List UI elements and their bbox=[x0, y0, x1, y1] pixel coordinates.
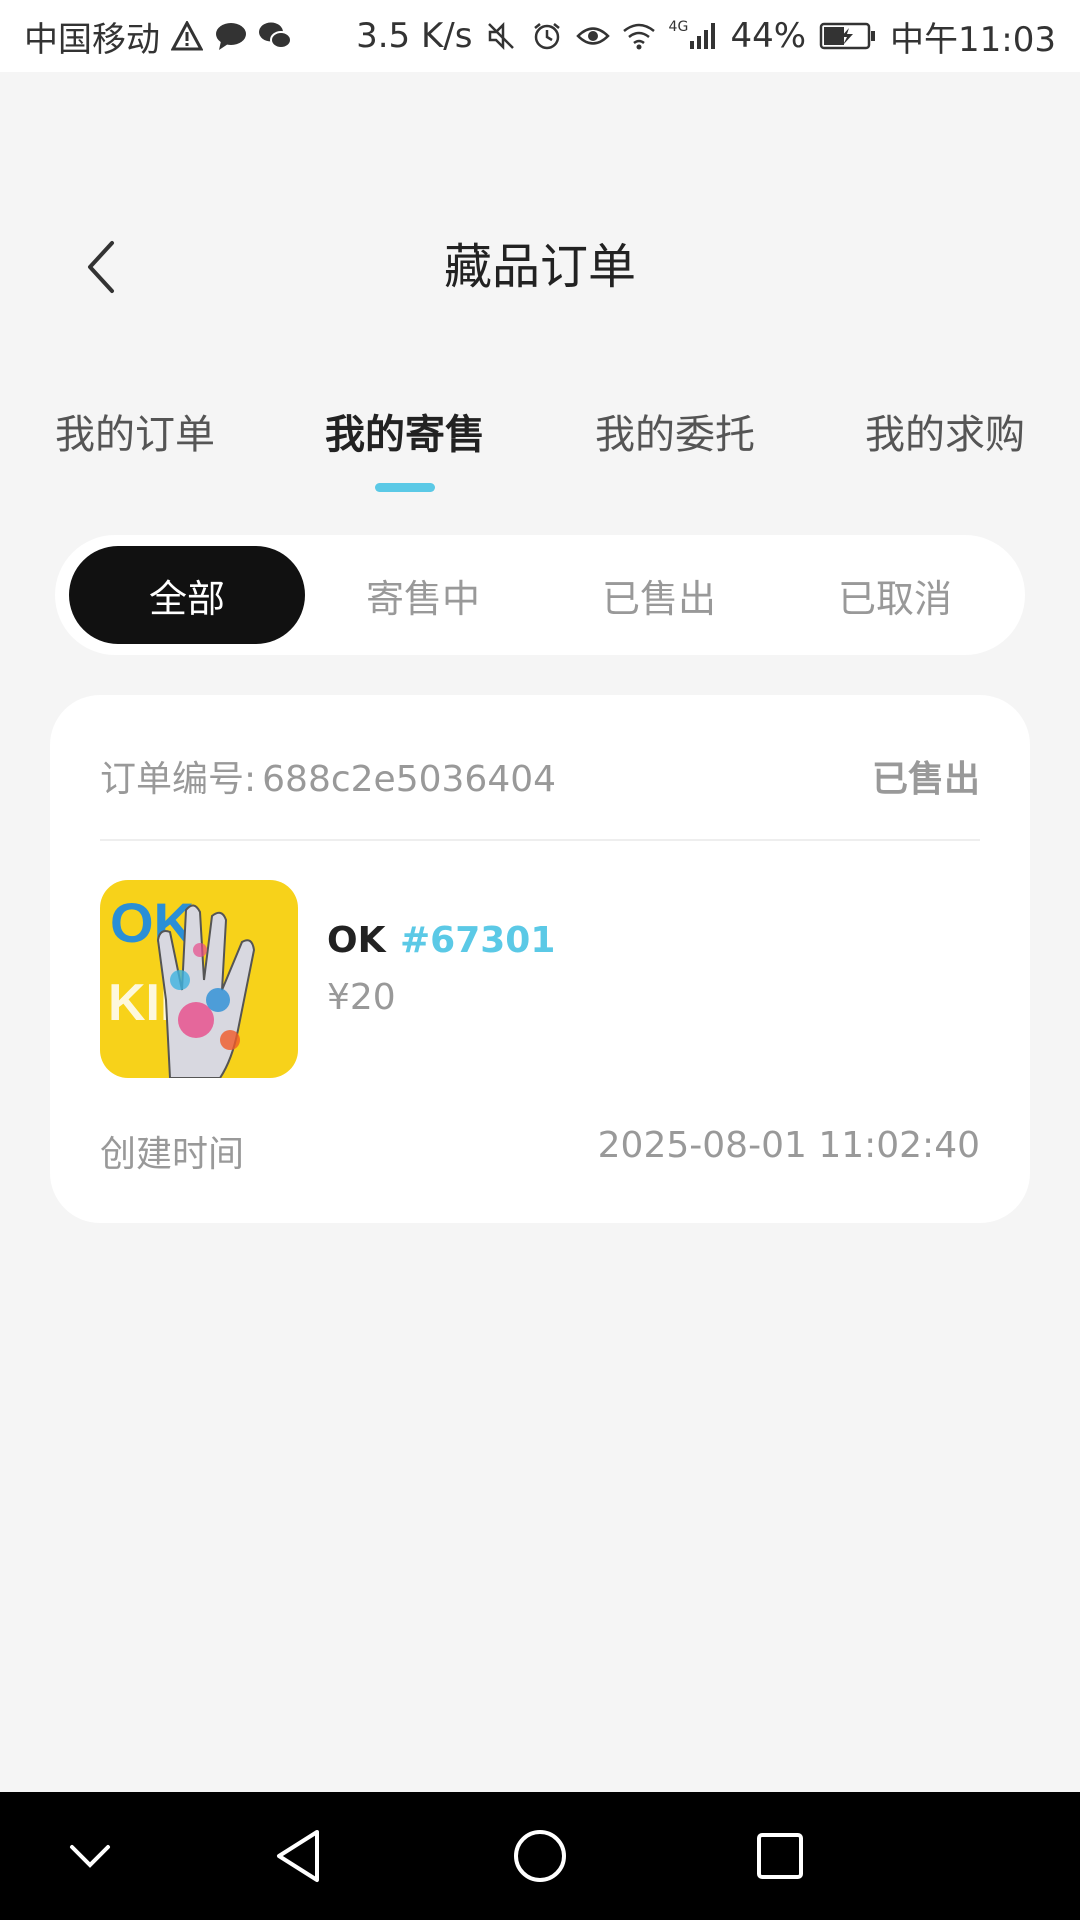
status-bar: 中国移动 3.5 K/s 4G 44% 中午11:03 bbox=[0, 0, 1080, 72]
tab-my-consignments[interactable]: 我的寄售 bbox=[295, 405, 515, 465]
message-icon bbox=[214, 19, 248, 53]
order-number: 订单编号: 688c2e5036404 bbox=[100, 750, 556, 802]
status-filter: 全部 寄售中 已售出 已取消 bbox=[55, 535, 1025, 655]
battery-percent: 44% bbox=[730, 16, 807, 56]
recents-square-icon bbox=[757, 1833, 803, 1879]
back-triangle-icon bbox=[277, 1830, 319, 1882]
tab-my-entrustments[interactable]: 我的委托 bbox=[565, 405, 785, 465]
hide-nav-button[interactable] bbox=[54, 1820, 126, 1892]
clock: 中午11:03 bbox=[890, 19, 1056, 60]
item-price: ¥20 bbox=[327, 977, 396, 1018]
system-nav-bar bbox=[0, 1792, 1080, 1920]
svg-text:OK: OK bbox=[110, 891, 194, 954]
order-card[interactable]: 订单编号: 688c2e5036404 已售出 OK KID OK #67301 … bbox=[50, 695, 1030, 1223]
carrier-name: 中国移动 bbox=[24, 19, 160, 60]
filter-cancelled[interactable]: 已取消 bbox=[777, 546, 1013, 644]
filter-on-sale[interactable]: 寄售中 bbox=[305, 546, 541, 644]
signal-icon: 4G bbox=[668, 19, 718, 53]
chevron-down-icon bbox=[70, 1845, 110, 1868]
wechat-icon bbox=[258, 19, 292, 53]
order-status-badge: 已售出 bbox=[871, 759, 980, 800]
home-circle-icon bbox=[514, 1830, 566, 1882]
battery-icon bbox=[818, 19, 878, 53]
order-number-value: 688c2e5036404 bbox=[262, 759, 557, 800]
tab-my-purchase-requests[interactable]: 我的求购 bbox=[835, 405, 1055, 465]
filter-sold[interactable]: 已售出 bbox=[541, 546, 777, 644]
item-serial: #67301 bbox=[400, 920, 556, 961]
divider bbox=[100, 839, 980, 841]
item-name: OK bbox=[327, 920, 386, 961]
wifi-icon bbox=[622, 19, 656, 53]
created-time-label: 创建时间 bbox=[100, 1134, 245, 1175]
filter-all[interactable]: 全部 bbox=[69, 546, 305, 644]
warning-icon bbox=[170, 19, 204, 53]
page-title: 藏品订单 bbox=[443, 239, 636, 295]
nav-recents-button[interactable] bbox=[744, 1820, 816, 1892]
tab-bar: 我的订单 我的寄售 我的委托 我的求购 bbox=[0, 405, 1080, 485]
nav-home-button[interactable] bbox=[504, 1820, 576, 1892]
eye-icon bbox=[576, 19, 611, 53]
nav-back-button[interactable] bbox=[262, 1820, 334, 1892]
mute-icon bbox=[484, 19, 518, 53]
order-number-label: 订单编号: bbox=[100, 759, 257, 800]
alarm-icon bbox=[530, 19, 564, 53]
active-tab-indicator bbox=[375, 483, 435, 492]
created-time-value: 2025-08-01 11:02:40 bbox=[597, 1125, 980, 1166]
tab-my-orders[interactable]: 我的订单 bbox=[25, 405, 245, 465]
item-thumbnail[interactable]: OK KID bbox=[100, 880, 298, 1078]
network-speed: 3.5 K/s bbox=[356, 16, 473, 56]
